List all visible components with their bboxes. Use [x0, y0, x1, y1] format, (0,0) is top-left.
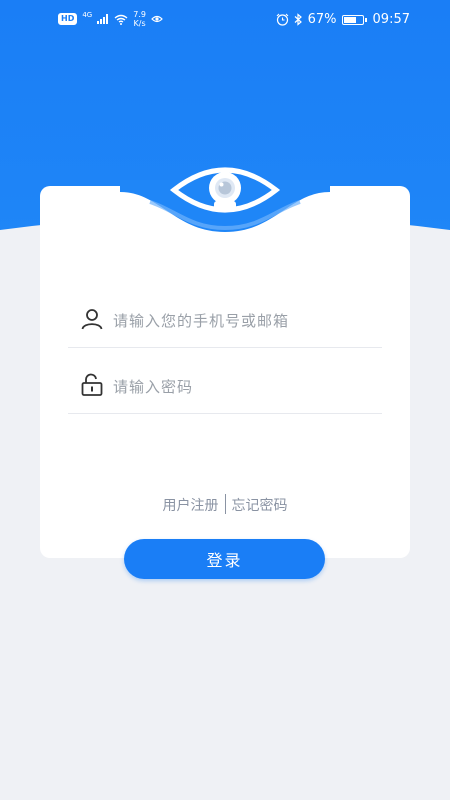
- alarm-icon: [276, 13, 289, 26]
- network-speed: 7.9 K/s: [133, 10, 146, 28]
- user-icon: [81, 309, 103, 330]
- register-link[interactable]: 用户注册: [163, 495, 219, 515]
- wifi-icon: [114, 14, 128, 25]
- hd-icon: HD: [58, 13, 78, 25]
- bluetooth-icon: [294, 13, 302, 26]
- signal-icon: [97, 14, 109, 24]
- account-field[interactable]: 请输入您的手机号或邮箱: [68, 284, 382, 348]
- link-divider: [224, 494, 226, 514]
- battery-icon: [341, 14, 367, 25]
- status-bar: HD 4G 7.9 K/s 67% 09:57: [0, 0, 450, 40]
- lock-icon: [81, 373, 103, 396]
- auth-links: 用户注册 忘记密码: [0, 494, 450, 516]
- battery-percent: 67%: [307, 12, 337, 27]
- speed-unit: K/s: [133, 19, 146, 28]
- account-input[interactable]: 请输入您的手机号或邮箱: [113, 310, 289, 331]
- eye-status-icon: [151, 15, 163, 23]
- password-field[interactable]: 请输入密码: [68, 350, 382, 414]
- eye-camera-logo: [169, 167, 281, 213]
- speed-value: 7.9: [133, 10, 146, 19]
- network-type: 4G: [82, 11, 93, 19]
- forgot-password-link[interactable]: 忘记密码: [232, 495, 288, 515]
- password-input[interactable]: 请输入密码: [113, 376, 193, 397]
- clock: 09:57: [372, 12, 410, 27]
- login-button[interactable]: 登录: [124, 539, 325, 579]
